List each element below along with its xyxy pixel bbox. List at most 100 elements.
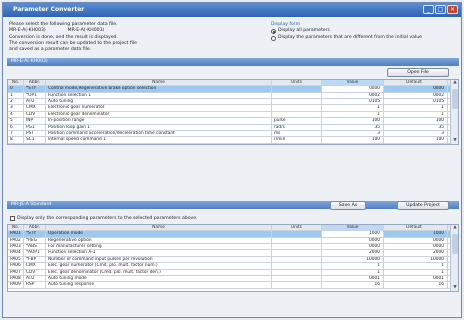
filter-checkbox-label: Display only the corresponding parameter… bbox=[17, 216, 198, 221]
cell-default: 3 bbox=[384, 130, 448, 137]
col-header-abbr: Abbr. bbox=[24, 225, 46, 231]
table-row[interactable]: PA09 RSP Auto tuning response 16 16 bbox=[8, 282, 458, 289]
cell-abbr: *STY bbox=[24, 86, 46, 92]
cell-value-input[interactable]: 0105 bbox=[322, 98, 384, 105]
cell-units bbox=[272, 243, 322, 250]
cell-no: 0 bbox=[8, 86, 24, 92]
col-header-units: Units bbox=[272, 225, 322, 231]
filter-checkbox-row[interactable]: Display only the corresponding parameter… bbox=[10, 216, 198, 221]
scroll-thumb[interactable] bbox=[452, 234, 458, 254]
cell-value-input[interactable]: 2000 bbox=[322, 250, 384, 256]
scroll-down-arrow-icon[interactable]: ▼ bbox=[452, 285, 458, 291]
cell-value-input[interactable]: 0000 bbox=[322, 243, 384, 250]
vertical-scrollbar[interactable]: ▲ ▼ bbox=[450, 225, 458, 291]
cell-units bbox=[272, 86, 322, 92]
update-project-button[interactable]: Update Project bbox=[397, 201, 449, 210]
cell-units bbox=[272, 256, 322, 263]
filter-checkbox[interactable] bbox=[10, 216, 15, 221]
cell-value-input[interactable]: 0000 bbox=[322, 237, 384, 243]
cell-default: 16 bbox=[384, 282, 448, 288]
cell-name: Electronic gear denominator bbox=[46, 111, 272, 118]
cell-abbr: *STY bbox=[24, 231, 46, 237]
cell-value-input[interactable]: 1 bbox=[322, 263, 384, 269]
cell-value-input[interactable]: 1000 bbox=[322, 231, 384, 237]
cell-units bbox=[272, 275, 322, 282]
cell-no: PA05 bbox=[8, 256, 24, 263]
cell-name: Internal speed command 1 bbox=[46, 137, 272, 143]
cell-default: 10000 bbox=[384, 256, 448, 263]
col-header-name: Name bbox=[46, 80, 272, 86]
save-as-button[interactable]: Save As bbox=[330, 201, 366, 210]
col-header-name: Name bbox=[46, 225, 272, 231]
cell-default: 0000 bbox=[384, 243, 448, 250]
radio-display-different[interactable] bbox=[271, 35, 276, 41]
cell-abbr: ATU bbox=[24, 275, 46, 282]
cell-name: Position command acceleration/decelerati… bbox=[46, 130, 272, 137]
cell-abbr: *OP1 bbox=[24, 92, 46, 98]
cell-no: PA08 bbox=[8, 275, 24, 282]
source-rows: 0 *STY Control mode,Regenerative brake opt… bbox=[8, 86, 458, 144]
cell-units bbox=[272, 237, 322, 243]
cell-value-input[interactable]: 1 bbox=[322, 105, 384, 111]
cell-value-input[interactable]: 0000 bbox=[322, 86, 384, 92]
display-different-option[interactable]: Display the parameters that are differen… bbox=[271, 35, 422, 41]
cell-no: 6 bbox=[8, 124, 24, 130]
cell-abbr: RSP bbox=[24, 282, 46, 288]
cell-default: 1 bbox=[384, 111, 448, 118]
cell-abbr: ATU bbox=[24, 98, 46, 105]
scroll-up-arrow-icon[interactable]: ▲ bbox=[452, 225, 458, 231]
cell-name: Function selection A-1 bbox=[46, 250, 272, 256]
cell-value-input[interactable]: 0001 bbox=[322, 275, 384, 282]
cell-value-input[interactable]: 100 bbox=[322, 118, 384, 124]
cell-name: Elec. gear numerator (Cmd. plo. mult. fa… bbox=[46, 263, 272, 269]
scroll-thumb[interactable] bbox=[452, 89, 458, 109]
cell-default: 1 bbox=[384, 269, 448, 275]
cell-abbr: CMX bbox=[24, 263, 46, 269]
col-header-value: Value bbox=[322, 225, 384, 231]
cell-no: PA07 bbox=[8, 269, 24, 275]
cell-units bbox=[272, 105, 322, 111]
radio-display-all[interactable] bbox=[271, 29, 276, 35]
cell-no: 2 bbox=[8, 98, 24, 105]
open-file-button[interactable]: Open File bbox=[387, 68, 449, 77]
cell-value-input[interactable]: 3 bbox=[322, 130, 384, 137]
intro-line: and saved as a parameter data file. bbox=[9, 47, 92, 53]
parameter-converter-window: Parameter Converter _ □ × Please select … bbox=[2, 2, 462, 318]
cell-name: Auto tuning mode bbox=[46, 275, 272, 282]
cell-name: Control mode,Regenerative brake option s… bbox=[46, 86, 272, 92]
cell-value-input[interactable]: 10000 bbox=[322, 256, 384, 263]
cell-value-input[interactable]: 0002 bbox=[322, 92, 384, 98]
cell-units bbox=[272, 111, 322, 118]
table-row[interactable]: 8 SC1 Internal speed command 1 r/min 100 100 bbox=[8, 137, 458, 144]
cell-units bbox=[272, 92, 322, 98]
cell-value-input[interactable]: 1 bbox=[322, 111, 384, 118]
source-parameter-table: No. Abbr. Name Units Value Default 0 *STY… bbox=[7, 79, 459, 145]
maximize-button[interactable]: □ bbox=[435, 5, 446, 14]
cell-units bbox=[272, 282, 322, 288]
close-button[interactable]: × bbox=[447, 5, 458, 14]
cell-name: Regenerative option bbox=[46, 237, 272, 243]
scroll-down-arrow-icon[interactable]: ▼ bbox=[452, 138, 458, 144]
cell-name: Electronic gear numerator bbox=[46, 105, 272, 111]
title-bar[interactable]: Parameter Converter _ □ × bbox=[3, 3, 461, 17]
cell-name: Elec. gear denominator (Cmd. plo. mult. … bbox=[46, 269, 272, 275]
vertical-scrollbar[interactable]: ▲ ▼ bbox=[450, 80, 458, 144]
cell-value-input[interactable]: 16 bbox=[322, 282, 384, 288]
cell-value-input[interactable]: 1 bbox=[322, 269, 384, 275]
cell-name: Function selection 1 bbox=[46, 92, 272, 98]
cell-abbr: *REG bbox=[24, 237, 46, 243]
cell-units bbox=[272, 98, 322, 105]
minimize-button[interactable]: _ bbox=[423, 5, 434, 14]
cell-units bbox=[272, 231, 322, 237]
cell-units bbox=[272, 263, 322, 269]
col-header-abbr: Abbr. bbox=[24, 80, 46, 86]
cell-value-input[interactable]: 35 bbox=[322, 124, 384, 130]
col-header-units: Units bbox=[272, 80, 322, 86]
source-section-title: MR-E-A(-KH003) bbox=[11, 59, 48, 64]
cell-units bbox=[272, 269, 322, 275]
cell-value-input[interactable]: 100 bbox=[322, 137, 384, 143]
cell-units: r/min bbox=[272, 137, 322, 143]
cell-name: In-position range bbox=[46, 118, 272, 124]
scroll-up-arrow-icon[interactable]: ▲ bbox=[452, 80, 458, 86]
cell-units: pulse bbox=[272, 118, 322, 124]
